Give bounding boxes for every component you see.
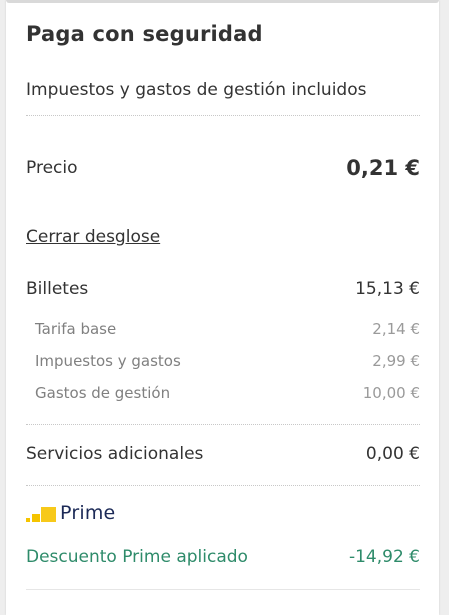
price-row: Precio 0,21 €	[26, 156, 420, 180]
tickets-label: Billetes	[26, 279, 89, 299]
payment-summary-card: Paga con seguridad Impuestos y gastos de…	[6, 0, 439, 615]
prime-discount-row: Descuento Prime aplicado -14,92 €	[26, 547, 420, 567]
prime-logo-text: Prime	[60, 502, 116, 524]
prime-discount-label: Descuento Prime aplicado	[26, 547, 248, 567]
top-divider	[6, 0, 439, 3]
prime-discount-value: -14,92 €	[348, 547, 420, 567]
base-fare-value: 2,14 €	[372, 320, 420, 338]
close-breakdown-link[interactable]: Cerrar desglose	[26, 227, 160, 247]
divider	[26, 115, 420, 116]
tickets-row: Billetes 15,13 €	[26, 279, 420, 299]
taxes-included-note: Impuestos y gastos de gestión incluidos	[26, 80, 367, 100]
bottom-divider	[26, 589, 420, 590]
breakdown-item-base-fare: Tarifa base 2,14 €	[26, 320, 420, 338]
price-label: Precio	[26, 158, 78, 178]
section-title: Paga con seguridad	[26, 22, 263, 46]
breakdown-item-taxes: Impuestos y gastos 2,99 €	[26, 352, 420, 370]
prime-squares-icon	[26, 502, 56, 524]
additional-services-value: 0,00 €	[365, 444, 420, 464]
management-fees-value: 10,00 €	[362, 384, 420, 402]
prime-logo: Prime	[26, 500, 115, 526]
additional-services-row: Servicios adicionales 0,00 €	[26, 444, 420, 464]
taxes-label: Impuestos y gastos	[35, 352, 181, 370]
additional-services-label: Servicios adicionales	[26, 444, 204, 464]
management-fees-label: Gastos de gestión	[35, 384, 171, 402]
divider	[26, 424, 420, 425]
tickets-value: 15,13 €	[355, 279, 420, 299]
base-fare-label: Tarifa base	[35, 320, 117, 338]
breakdown-item-management-fees: Gastos de gestión 10,00 €	[26, 384, 420, 402]
divider	[26, 485, 420, 486]
price-value: 0,21 €	[346, 156, 420, 180]
taxes-value: 2,99 €	[372, 352, 420, 370]
